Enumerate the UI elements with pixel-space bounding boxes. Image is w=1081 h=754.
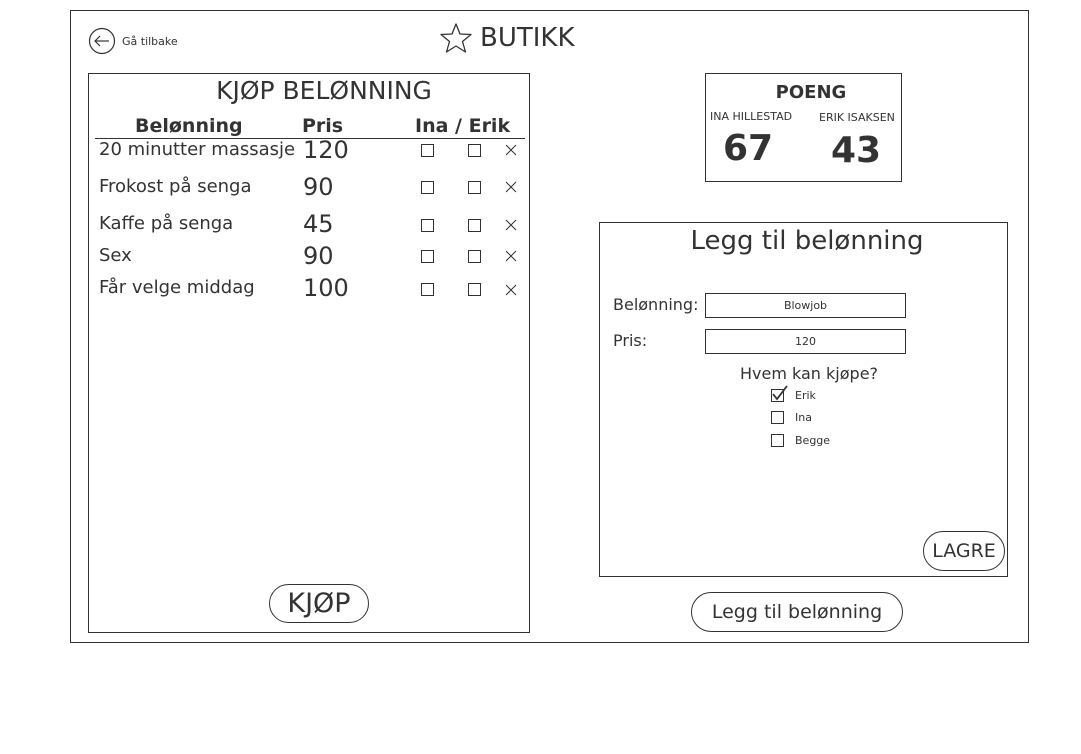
- option-label: Erik: [795, 389, 816, 402]
- erik-checkbox[interactable]: [468, 181, 481, 194]
- reward-field-label: Belønning:: [613, 295, 699, 314]
- close-icon[interactable]: [505, 250, 517, 262]
- reward-name: Sex: [99, 245, 132, 266]
- ina-checkbox[interactable]: [421, 250, 434, 263]
- option-erik[interactable]: Erik: [771, 385, 816, 402]
- ina-checkbox[interactable]: [421, 283, 434, 296]
- option-ina[interactable]: Ina: [771, 411, 812, 424]
- checkmark-icon: [772, 385, 788, 401]
- column-header-price: Pris: [302, 115, 344, 137]
- reward-name: Får velge middag: [99, 277, 255, 298]
- buy-panel-title: KJØP BELØNNING: [216, 76, 432, 105]
- ina-checkbox[interactable]: [421, 181, 434, 194]
- column-header-who: Ina / Erik: [415, 115, 511, 137]
- erik-checkbox[interactable]: [468, 144, 481, 157]
- ina-name: INA HILLESTAD: [710, 110, 793, 123]
- page-title-text: BUTIKK: [480, 23, 575, 53]
- reward-name: Frokost på senga: [99, 176, 252, 197]
- ina-option-checkbox[interactable]: [771, 411, 784, 424]
- back-button[interactable]: Gå tilbake: [88, 27, 178, 55]
- column-header-reward: Belønning: [135, 115, 243, 137]
- save-button[interactable]: LAGRE: [923, 531, 1005, 571]
- erik-checkbox[interactable]: [468, 283, 481, 296]
- reward-name: 20 minutter massasje: [99, 139, 296, 160]
- reward-price: 45: [303, 210, 334, 238]
- option-begge[interactable]: Begge: [771, 434, 830, 447]
- price-input[interactable]: 120: [705, 329, 906, 354]
- back-label: Gå tilbake: [122, 34, 178, 48]
- star-icon: [440, 23, 472, 53]
- score-title: POENG: [775, 82, 847, 103]
- option-label: Begge: [795, 434, 831, 447]
- who-can-buy-label: Hvem kan kjøpe?: [740, 364, 879, 383]
- begge-option-checkbox[interactable]: [771, 434, 784, 447]
- ina-checkbox[interactable]: [421, 144, 434, 157]
- add-reward-button[interactable]: Legg til belønning: [691, 592, 903, 632]
- add-panel-title: Legg til belønning: [690, 226, 924, 256]
- erik-checkbox[interactable]: [468, 219, 481, 232]
- close-icon[interactable]: [505, 144, 517, 156]
- close-icon[interactable]: [505, 284, 517, 296]
- erik-points: 43: [831, 130, 882, 171]
- ina-points: 67: [723, 128, 774, 169]
- price-field-label: Pris:: [613, 331, 648, 350]
- reward-price: 90: [303, 173, 334, 201]
- erik-name: ERIK ISAKSEN: [819, 111, 895, 124]
- reward-input[interactable]: Blowjob: [705, 293, 906, 318]
- reward-price: 100: [303, 274, 349, 302]
- ina-checkbox[interactable]: [421, 219, 434, 232]
- reward-name: Kaffe på senga: [99, 213, 234, 234]
- arrow-left-circle-icon: [88, 27, 116, 55]
- erik-option-checkbox[interactable]: [771, 385, 788, 402]
- option-label: Ina: [795, 411, 812, 424]
- erik-checkbox[interactable]: [468, 250, 481, 263]
- reward-price: 90: [303, 242, 334, 270]
- buy-button[interactable]: KJØP: [269, 584, 369, 623]
- close-icon[interactable]: [505, 181, 517, 193]
- close-icon[interactable]: [505, 219, 517, 231]
- page-title: BUTIKK: [440, 22, 575, 54]
- reward-price: 120: [303, 136, 349, 164]
